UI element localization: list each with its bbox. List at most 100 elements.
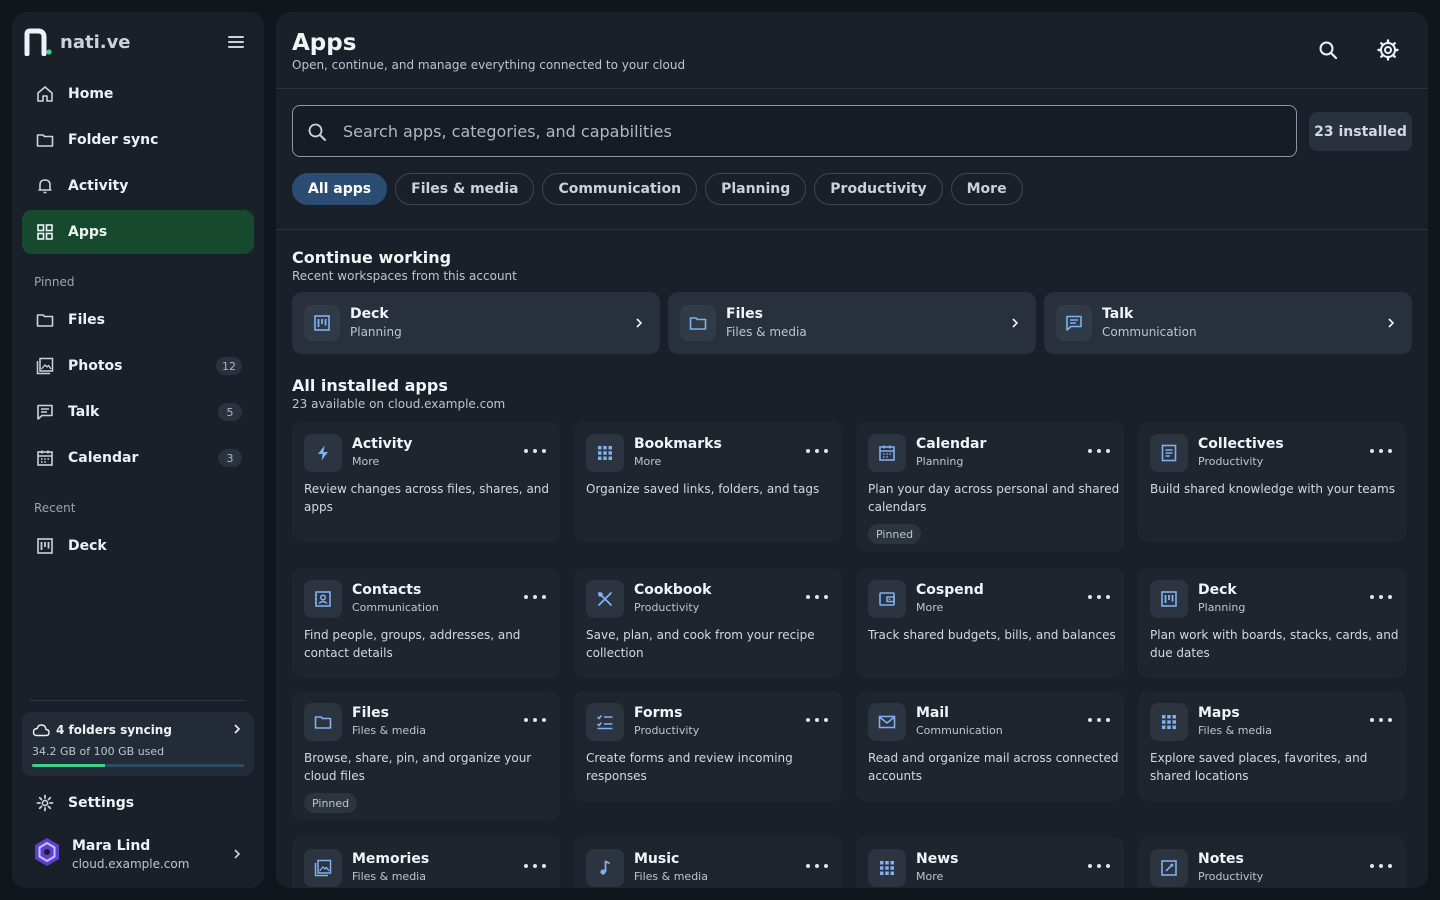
- app-description: Read and organize mail across connected …: [868, 751, 1119, 783]
- app-description: Track shared budgets, bills, and balance…: [868, 628, 1116, 642]
- app-category: Files & media: [352, 870, 426, 883]
- continue-card-talk[interactable]: Talk Communication: [1044, 292, 1412, 354]
- chevron-right-icon: [1388, 318, 1395, 328]
- page-title: Apps: [292, 30, 357, 56]
- grid-dots-icon: [868, 849, 906, 887]
- filter-planning[interactable]: Planning: [705, 173, 807, 205]
- nav-item-label: Files: [68, 312, 105, 328]
- grid-dots-icon: [1150, 703, 1188, 741]
- app-card-mail[interactable]: Mail Communication Read and organize mai…: [856, 691, 1124, 801]
- more-options-icon[interactable]: [1370, 713, 1392, 727]
- app-card-collectives[interactable]: Collectives Productivity Build shared kn…: [1138, 422, 1406, 542]
- filter-all-apps[interactable]: All apps: [292, 173, 388, 205]
- more-options-icon[interactable]: [806, 444, 828, 458]
- nav-item-label: Photos: [68, 358, 123, 374]
- app-name: News: [916, 851, 959, 867]
- search-bar[interactable]: [292, 105, 1297, 157]
- app-description: Explore saved places, favorites, and sha…: [1150, 751, 1368, 783]
- nav-item-label: Talk: [68, 404, 100, 420]
- app-card-notes[interactable]: Notes Productivity: [1138, 837, 1406, 888]
- settings-button[interactable]: [1374, 36, 1402, 64]
- installed-section-subtitle: 23 available on cloud.example.com: [292, 397, 506, 411]
- nav-item-label: Settings: [68, 795, 135, 811]
- app-card-cookbook[interactable]: Cookbook Productivity Save, plan, and co…: [574, 568, 842, 678]
- search-button[interactable]: [1314, 36, 1342, 64]
- nav-item-settings[interactable]: Settings: [22, 781, 254, 825]
- gear-icon: [1377, 39, 1399, 61]
- more-options-icon[interactable]: [1088, 859, 1110, 873]
- document-icon: [1150, 434, 1188, 472]
- app-name: Files: [352, 705, 389, 721]
- app-card-news[interactable]: News More: [856, 837, 1124, 888]
- grid-dots-icon: [586, 434, 624, 472]
- app-card-calendar[interactable]: Calendar Planning Plan your day across p…: [856, 422, 1124, 552]
- nav-item-label: Deck: [68, 538, 107, 554]
- user-profile[interactable]: Mara Lind cloud.example.com: [22, 824, 254, 884]
- nav-item-activity[interactable]: Activity: [22, 164, 254, 208]
- nav-item-label: Folder sync: [68, 132, 159, 148]
- nav-item-files[interactable]: Files: [22, 298, 254, 342]
- nav-item-photos[interactable]: Photos 12: [22, 344, 254, 388]
- filter-more[interactable]: More: [950, 173, 1023, 205]
- more-options-icon[interactable]: [1088, 590, 1110, 604]
- app-name: Cookbook: [634, 582, 712, 598]
- app-card-memories[interactable]: Memories Files & media: [292, 837, 560, 888]
- brand[interactable]: nati.ve: [24, 28, 131, 56]
- nav-item-deck[interactable]: Deck: [22, 524, 254, 568]
- app-name: Notes: [1198, 851, 1244, 867]
- app-category: Productivity: [634, 724, 700, 737]
- app-card-music[interactable]: Music Files & media: [574, 837, 842, 888]
- music-icon: [586, 849, 624, 887]
- app-card-forms[interactable]: Forms Productivity Create forms and revi…: [574, 691, 842, 801]
- more-options-icon[interactable]: [524, 859, 546, 873]
- filter-communication[interactable]: Communication: [542, 173, 698, 205]
- app-card-contacts[interactable]: Contacts Communication Find people, grou…: [292, 568, 560, 678]
- app-card-files[interactable]: Files Files & media Browse, share, pin, …: [292, 691, 560, 821]
- mail-icon: [868, 703, 906, 741]
- folder-icon: [304, 703, 342, 741]
- more-options-icon[interactable]: [1370, 859, 1392, 873]
- nav-item-talk[interactable]: Talk 5: [22, 390, 254, 434]
- nav-item-folder-sync[interactable]: Folder sync: [22, 118, 254, 162]
- more-options-icon[interactable]: [524, 444, 546, 458]
- nav-item-label: Apps: [68, 224, 108, 240]
- deck-icon: [304, 305, 340, 341]
- header-divider: [276, 88, 1428, 89]
- app-card-cospend[interactable]: Cospend More Track shared budgets, bills…: [856, 568, 1124, 678]
- calendar-icon: [36, 449, 54, 467]
- filter-files-media[interactable]: Files & media: [395, 173, 535, 205]
- checklist-icon: [586, 703, 624, 741]
- more-options-icon[interactable]: [524, 713, 546, 727]
- app-name: Cospend: [916, 582, 984, 598]
- nav-item-label: Home: [68, 86, 114, 102]
- app-category: Communication: [352, 601, 439, 614]
- continue-card-deck[interactable]: Deck Planning: [292, 292, 660, 354]
- filter-productivity[interactable]: Productivity: [814, 173, 943, 205]
- app-card-bookmarks[interactable]: Bookmarks More Organize saved links, fol…: [574, 422, 842, 542]
- more-options-icon[interactable]: [524, 590, 546, 604]
- more-options-icon[interactable]: [806, 590, 828, 604]
- nav-item-apps[interactable]: Apps: [22, 210, 254, 254]
- continue-card-category: Communication: [1102, 325, 1197, 339]
- app-name: Music: [634, 851, 680, 867]
- more-options-icon[interactable]: [806, 713, 828, 727]
- more-options-icon[interactable]: [806, 859, 828, 873]
- nav-item-calendar[interactable]: Calendar 3: [22, 436, 254, 480]
- more-options-icon[interactable]: [1088, 444, 1110, 458]
- continue-card-files[interactable]: Files Files & media: [668, 292, 1036, 354]
- sync-status-card[interactable]: 4 folders syncing 34.2 GB of 100 GB used: [22, 712, 254, 776]
- more-options-icon[interactable]: [1370, 590, 1392, 604]
- cloud-icon: [32, 724, 50, 737]
- continue-card-category: Planning: [350, 325, 402, 339]
- continue-card-category: Files & media: [726, 325, 807, 339]
- nav-item-home[interactable]: Home: [22, 72, 254, 116]
- pinned-badge: Pinned: [868, 524, 922, 544]
- more-options-icon[interactable]: [1370, 444, 1392, 458]
- app-card-maps[interactable]: Maps Files & media Explore saved places,…: [1138, 691, 1406, 801]
- app-card-deck[interactable]: Deck Planning Plan work with boards, sta…: [1138, 568, 1406, 678]
- app-card-activity[interactable]: Activity More Review changes across file…: [292, 422, 560, 542]
- page-subtitle: Open, continue, and manage everything co…: [292, 58, 686, 72]
- menu-icon[interactable]: [226, 32, 246, 52]
- search-input[interactable]: [343, 106, 1273, 156]
- more-options-icon[interactable]: [1088, 713, 1110, 727]
